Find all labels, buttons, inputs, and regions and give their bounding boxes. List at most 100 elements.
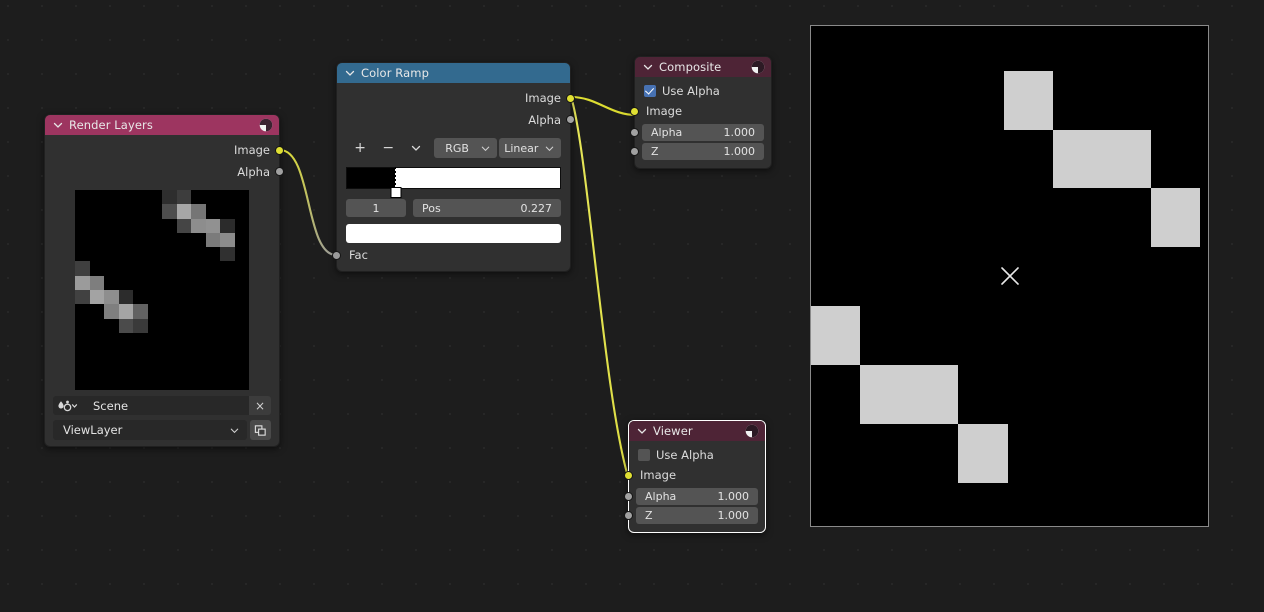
input-row-image: Image — [630, 100, 771, 122]
backdrop-block — [811, 306, 861, 365]
chevron-down-icon — [545, 146, 554, 151]
viewer-header[interactable]: Viewer — [629, 421, 765, 441]
preview-pixel — [191, 218, 206, 233]
socket-colorramp-image[interactable] — [566, 94, 575, 103]
preview-pixel — [75, 261, 90, 276]
socket-renderlayers-alpha[interactable] — [275, 167, 284, 176]
output-row-image: Image — [337, 87, 575, 109]
z-value: 1.000 — [723, 145, 756, 158]
output-row-image: Image — [45, 139, 284, 161]
viewer-backdrop-image — [810, 25, 1209, 527]
node-viewer[interactable]: Viewer Use Alpha Image Alpha 1.000 Z 1.0… — [624, 420, 766, 533]
preview-pixel — [133, 318, 148, 333]
color-mode-value: RGB — [445, 141, 469, 155]
preview-pixel — [118, 304, 133, 319]
backdrop-block — [1003, 70, 1054, 130]
composite-body: Use Alpha Image Alpha 1.000 Z 1.000 — [630, 77, 771, 168]
color-ramp-title: Color Ramp — [361, 66, 429, 80]
node-composite[interactable]: Composite Use Alpha Image Alpha 1.000 Z … — [630, 56, 772, 169]
socket-viewer-z[interactable] — [624, 511, 633, 520]
node-render-layers[interactable]: Render Layers Image Alpha Scene × ViewLa… — [44, 114, 284, 447]
chevron-down-icon — [412, 145, 421, 151]
chevron-down-icon[interactable] — [642, 61, 654, 73]
socket-composite-image[interactable] — [630, 107, 639, 116]
interpolation-value: Linear — [504, 141, 539, 155]
use-alpha-checkbox[interactable] — [644, 85, 656, 97]
alpha-value: 1.000 — [717, 490, 750, 503]
alpha-value: 1.000 — [723, 126, 756, 139]
use-alpha-label: Use Alpha — [662, 84, 720, 98]
duplicate-icon[interactable] — [250, 420, 271, 440]
color-ramp-gradient-strip[interactable] — [346, 167, 561, 198]
scene-selector-row[interactable]: Scene × — [53, 396, 271, 415]
chevron-down-icon — [230, 428, 239, 433]
scene-name-field[interactable]: Scene — [83, 396, 249, 415]
preview-pixel — [133, 304, 148, 319]
socket-composite-z[interactable] — [630, 147, 639, 156]
preview-pixel — [75, 290, 90, 305]
backdrop-block — [958, 423, 1008, 483]
remove-stop-button[interactable]: − — [374, 138, 402, 158]
node-color-ramp[interactable]: Color Ramp Image Alpha + − RGB Linear 1 … — [332, 62, 575, 272]
link-colorramp-image-to-viewer-image — [569, 96, 631, 481]
socket-viewer-image[interactable] — [624, 471, 633, 480]
viewer-title: Viewer — [653, 424, 693, 438]
composite-header[interactable]: Composite — [635, 57, 771, 77]
chevron-down-icon[interactable] — [636, 425, 648, 437]
composite-use-alpha-row[interactable]: Use Alpha — [635, 81, 771, 100]
output-label-alpha: Alpha — [237, 164, 270, 179]
composite-alpha-field[interactable]: Alpha 1.000 — [630, 124, 764, 141]
preview-pixel — [89, 275, 104, 290]
preview-pixel — [75, 275, 90, 290]
viewlayer-selector-row[interactable]: ViewLayer — [53, 420, 271, 440]
ramp-stop-marker[interactable] — [390, 187, 402, 198]
ramp-tools-row: + − RGB Linear — [346, 138, 561, 158]
socket-colorramp-alpha[interactable] — [566, 115, 575, 124]
render-layers-header[interactable]: Render Layers — [45, 115, 279, 135]
preview-pixel — [205, 232, 220, 248]
clear-scene-button[interactable]: × — [249, 396, 271, 415]
link-renderlayers-image-to-colorramp-fac — [279, 148, 337, 257]
preview-pixel — [220, 247, 235, 262]
input-row-image: Image — [624, 464, 765, 486]
socket-renderlayers-image[interactable] — [275, 146, 284, 155]
use-alpha-checkbox[interactable] — [638, 449, 650, 461]
preview-pixel — [205, 218, 220, 233]
chevron-down-icon[interactable] — [344, 67, 356, 79]
render-layers-title: Render Layers — [69, 118, 153, 132]
viewer-alpha-field[interactable]: Alpha 1.000 — [624, 488, 758, 505]
color-ramp-header[interactable]: Color Ramp — [337, 63, 570, 83]
socket-colorramp-fac[interactable] — [332, 251, 341, 260]
composite-title: Composite — [659, 60, 722, 74]
composite-z-field[interactable]: Z 1.000 — [630, 143, 764, 160]
z-label: Z — [651, 145, 659, 158]
z-label: Z — [645, 509, 653, 522]
socket-viewer-alpha[interactable] — [624, 492, 633, 501]
backdrop-block — [1053, 129, 1151, 188]
color-mode-dropdown[interactable]: RGB — [434, 138, 497, 158]
preview-pixel — [104, 304, 119, 319]
viewer-z-field[interactable]: Z 1.000 — [624, 507, 758, 524]
color-ramp-body: Image Alpha + − RGB Linear 1 Pos 0.227 F… — [332, 83, 575, 271]
interpolation-dropdown[interactable]: Linear — [498, 138, 561, 158]
use-alpha-label: Use Alpha — [656, 448, 714, 462]
z-value: 1.000 — [717, 509, 750, 522]
socket-composite-alpha[interactable] — [630, 128, 639, 137]
ramp-color-swatch[interactable] — [346, 224, 561, 243]
viewer-use-alpha-row[interactable]: Use Alpha — [629, 445, 765, 464]
ramp-gradient — [347, 168, 560, 188]
scene-icon[interactable] — [53, 396, 83, 415]
viewlayer-dropdown[interactable]: ViewLayer — [53, 420, 247, 440]
ramp-menu-button[interactable] — [402, 138, 430, 158]
input-label-image: Image — [640, 468, 677, 482]
preview-pixel — [191, 204, 206, 219]
chevron-down-icon[interactable] — [52, 119, 64, 131]
ramp-stop-handle[interactable] — [390, 167, 402, 198]
add-stop-button[interactable]: + — [346, 138, 374, 158]
viewer-body: Use Alpha Image Alpha 1.000 Z 1.000 — [624, 441, 765, 532]
composite-icon — [751, 60, 765, 74]
ramp-pos-value: 0.227 — [520, 201, 553, 215]
ramp-pos-field[interactable]: Pos 0.227 — [413, 199, 561, 217]
ramp-pos-label: Pos — [422, 201, 441, 215]
ramp-index-field[interactable]: 1 — [346, 199, 406, 217]
